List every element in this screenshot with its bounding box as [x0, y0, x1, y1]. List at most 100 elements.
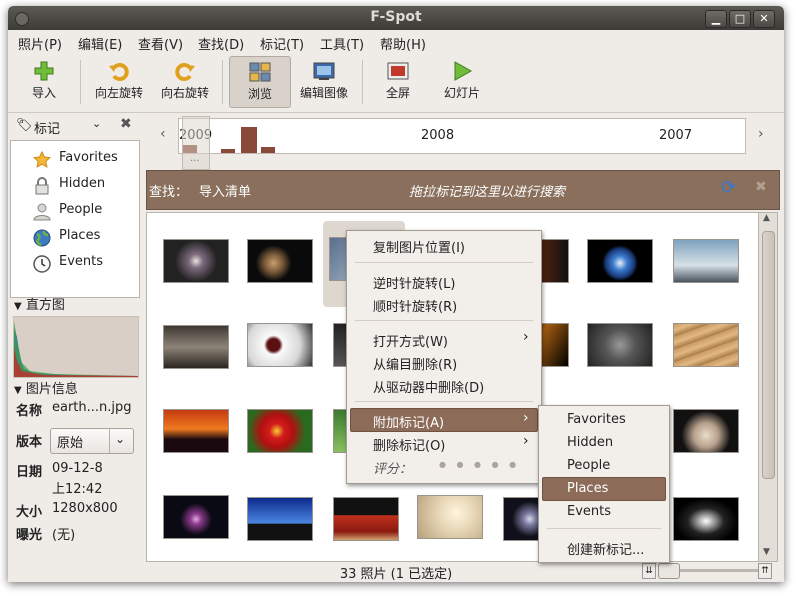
timeline-bar	[241, 127, 257, 153]
photo-thumbnail[interactable]	[247, 409, 313, 453]
photo-thumbnail[interactable]	[417, 495, 483, 539]
name-value: earth...n.jpg	[52, 400, 132, 415]
menu-edit[interactable]: 编辑(E)	[78, 34, 122, 53]
find-hint: 拖拉标记到这里以进行搜索	[409, 185, 566, 200]
refresh-icon[interactable]: ⟳	[721, 177, 736, 198]
maximize-icon[interactable]: □	[729, 10, 751, 28]
close-sidebar-icon[interactable]: ✖	[120, 116, 132, 132]
find-bar: 查找： 导入清单 拖拉标记到这里以进行搜索 ⟳ ✖	[146, 170, 780, 210]
menu-separator	[355, 401, 533, 402]
histogram-graph	[14, 321, 138, 377]
sidebar-title: 标记	[34, 122, 61, 137]
rotate-ccw-item[interactable]: 逆时针旋转(L)	[373, 273, 455, 292]
browse-button[interactable]: 浏览	[229, 56, 291, 108]
slideshow-button[interactable]: 幻灯片	[436, 56, 488, 106]
zoom-slider-handle[interactable]	[658, 563, 680, 579]
zoom-out-icon[interactable]: ⇊	[642, 563, 656, 579]
version-combo[interactable]: 原始 ⌄	[50, 428, 134, 454]
rotate-cw-item[interactable]: 顺时针旋转(R)	[373, 296, 457, 315]
triangle-down-icon: ▼	[14, 385, 22, 396]
sidebar-item-events[interactable]: Events	[33, 254, 103, 276]
sidebar-item-people[interactable]: People	[33, 202, 102, 224]
photo-thumbnail[interactable]	[673, 323, 739, 367]
timeline-right-arrow-icon[interactable]: ›	[758, 126, 764, 142]
zoom-in-icon[interactable]: ⇈	[758, 563, 772, 579]
rotate-right-button[interactable]: 向右旋转	[154, 56, 216, 106]
delete-from-drive-item[interactable]: 从驱动器中删除(D)	[373, 377, 484, 396]
photo-info-expander[interactable]: ▼ 图片信息	[14, 378, 78, 397]
status-bar: 33 照片 (1 已选定) ⇊ ⇈	[8, 560, 784, 582]
scroll-down-icon[interactable]: ▼	[763, 547, 770, 557]
exposure-label: 曝光	[16, 528, 43, 543]
edit-image-button[interactable]: 编辑图像	[294, 56, 354, 106]
submenu-places[interactable]: Places	[567, 481, 608, 496]
date-label: 日期	[16, 465, 43, 480]
sidebar-item-favorites[interactable]: Favorites	[33, 150, 118, 172]
rotate-right-icon	[175, 63, 195, 81]
rating-dots[interactable]: ● ● ● ● ●	[439, 460, 520, 469]
photo-thumbnail[interactable]	[163, 325, 229, 369]
timeline-left-arrow-icon[interactable]: ‹	[160, 126, 166, 142]
tag-list: Favorites Hidden People Places Events	[10, 140, 140, 298]
menu-separator	[355, 320, 533, 321]
scrollbar-thumb[interactable]	[762, 231, 775, 479]
open-with-item[interactable]: 打开方式(W)	[373, 331, 448, 350]
import-button[interactable]: 导入	[20, 56, 68, 106]
remove-tag-item[interactable]: 删除标记(O)	[373, 435, 445, 454]
scroll-up-icon[interactable]: ▲	[763, 213, 770, 223]
photo-thumbnail[interactable]	[247, 497, 313, 541]
timeline-selection-handle[interactable]: ...	[182, 116, 210, 170]
menu-tools[interactable]: 工具(T)	[320, 34, 364, 53]
find-label: 查找：	[149, 185, 189, 200]
rotate-left-button[interactable]: 向左旋转	[88, 56, 150, 106]
photo-thumbnail[interactable]	[673, 497, 739, 541]
remove-from-catalog-item[interactable]: 从编目删除(R)	[373, 354, 457, 373]
lock-icon	[35, 177, 49, 195]
timeline-track[interactable]: 2009 2008 2007	[178, 118, 746, 154]
photo-thumbnail[interactable]	[587, 323, 653, 367]
play-icon	[454, 61, 473, 81]
photo-thumbnail[interactable]	[333, 497, 399, 541]
import-list-label[interactable]: 导入清单	[199, 181, 251, 200]
menu-tags[interactable]: 标记(T)	[260, 34, 304, 53]
submenu-hidden[interactable]: Hidden	[567, 435, 613, 450]
fullscreen-button[interactable]: 全屏	[372, 56, 424, 106]
menu-view[interactable]: 查看(V)	[138, 34, 183, 53]
photo-thumbnail[interactable]	[247, 239, 313, 283]
photo-thumbnail[interactable]	[163, 239, 229, 283]
minimize-icon[interactable]: ▁	[705, 10, 727, 28]
create-new-tag-item[interactable]: 创建新标记...	[567, 539, 644, 558]
menu-photo[interactable]: 照片(P)	[18, 34, 62, 53]
photo-thumbnail[interactable]	[587, 239, 653, 283]
menu-help[interactable]: 帮助(H)	[380, 34, 426, 53]
clock-icon	[33, 255, 51, 273]
toolbar-separator	[222, 60, 223, 104]
photo-thumbnail[interactable]	[673, 409, 739, 453]
photo-thumbnail[interactable]	[163, 409, 229, 453]
histogram-expander[interactable]: ▼ 直方图	[14, 294, 65, 313]
date-value: 09-12-8	[52, 461, 103, 476]
submenu-favorites[interactable]: Favorites	[567, 412, 626, 427]
title-bar[interactable]: F-Spot ▁ □ ✕	[8, 6, 784, 30]
sidebar-item-places[interactable]: Places	[33, 228, 100, 250]
submenu-events[interactable]: Events	[567, 504, 611, 519]
attach-tag-item[interactable]: 附加标记(A)	[373, 412, 444, 431]
star-icon	[33, 151, 51, 168]
globe-icon	[33, 229, 51, 247]
photo-thumbnail[interactable]	[673, 239, 739, 283]
grid-scrollbar[interactable]: ▲ ▼	[758, 212, 778, 562]
photo-thumbnail[interactable]	[163, 495, 229, 539]
photo-thumbnail[interactable]	[247, 323, 313, 367]
toolbar: 导入 向左旋转 向右旋转 浏览 编辑图像 全屏 幻灯片	[8, 54, 784, 113]
sidebar-item-hidden[interactable]: Hidden	[35, 176, 105, 198]
add-icon	[34, 61, 54, 81]
menu-bar: 照片(P) 编辑(E) 查看(V) 查找(D) 标记(T) 工具(T) 帮助(H…	[8, 30, 784, 54]
menu-separator	[547, 528, 661, 529]
toolbar-separator	[362, 60, 363, 104]
submenu-people[interactable]: People	[567, 458, 610, 473]
menu-find[interactable]: 查找(D)	[198, 34, 244, 53]
copy-location-item[interactable]: 复制图片位置(I)	[373, 237, 465, 256]
close-icon[interactable]: ✕	[753, 10, 775, 28]
clear-find-icon[interactable]: ✖	[755, 179, 767, 195]
chevron-down-icon[interactable]: ⌄	[92, 117, 101, 130]
